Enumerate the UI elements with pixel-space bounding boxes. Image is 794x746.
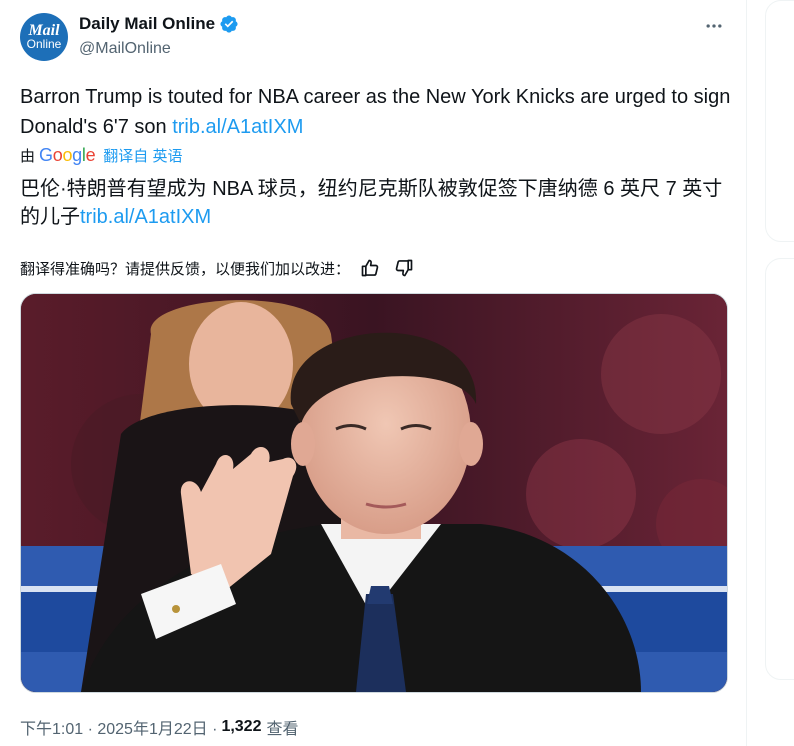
google-logo: Google <box>39 145 96 165</box>
avatar[interactable]: Mail Online <box>20 13 68 61</box>
author-display-name[interactable]: Daily Mail Online <box>79 14 215 34</box>
translated-text: 巴伦·特朗普有望成为 NBA 球员，纽约尼克斯队被敦促签下唐纳德 6 英尺 7 … <box>20 175 735 231</box>
tweet-photo[interactable] <box>20 293 728 693</box>
author-name-row: Daily Mail Online <box>79 14 239 34</box>
thumbs-up-icon[interactable] <box>356 255 384 281</box>
tweet-time[interactable]: 下午1:01 · 2025年1月22日 · <box>20 715 217 739</box>
thumbs-down-icon[interactable] <box>390 255 418 281</box>
translation-prefix: 由 <box>20 148 36 165</box>
views-count: 1,322 <box>221 718 262 735</box>
avatar-logo-line2: Online <box>26 37 62 51</box>
sidebar-card <box>765 0 794 242</box>
avatar-logo-line1: Mail <box>28 22 60 39</box>
translated-link[interactable]: trib.al/A1atIXM <box>80 206 211 228</box>
translation-attribution: 由 Google 翻译自 英语 <box>20 145 182 166</box>
tweet-text-body: Barron Trump is touted for NBA career as… <box>20 86 731 138</box>
feedback-prompt: 翻译得准确吗？请提供反馈，以便我们加以改进： <box>20 260 351 278</box>
verified-badge-icon[interactable] <box>219 14 239 34</box>
translation-feedback: 翻译得准确吗？请提供反馈，以便我们加以改进： <box>20 255 418 281</box>
photo-illustration <box>21 294 727 692</box>
tweet-meta: 下午1:01 · 2025年1月22日 · 1,322 查看 <box>20 715 299 739</box>
tweet-detail: Mail Online Daily Mail Online @MailOnlin… <box>0 0 746 746</box>
views-label: 查看 <box>266 721 299 738</box>
tweet-link[interactable]: trib.al/A1atIXM <box>172 116 303 138</box>
author-handle[interactable]: @MailOnline <box>79 40 171 58</box>
sidebar-card <box>765 258 794 680</box>
right-sidebar <box>747 0 794 746</box>
more-horizontal-icon[interactable] <box>702 14 726 38</box>
translated-from-link[interactable]: 翻译自 英语 <box>103 145 182 166</box>
tweet-text: Barron Trump is touted for NBA career as… <box>20 82 735 142</box>
